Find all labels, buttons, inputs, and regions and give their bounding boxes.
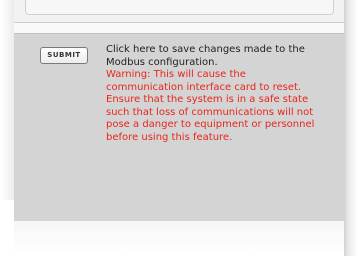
page: SUBMIT Click here to save changes made t… bbox=[0, 0, 358, 256]
submit-description: Click here to save changes made to the M… bbox=[106, 44, 316, 144]
submit-section-panel: SUBMIT Click here to save changes made t… bbox=[14, 33, 344, 222]
section-gap bbox=[14, 23, 344, 33]
submit-warning-text: Warning: This will cause the communicati… bbox=[106, 69, 315, 143]
bottom-area bbox=[14, 221, 344, 256]
submit-button[interactable]: SUBMIT bbox=[40, 47, 88, 64]
previous-section-card bbox=[14, 0, 344, 23]
submit-description-text: Click here to save changes made to the M… bbox=[106, 44, 305, 68]
previous-section-inner-box bbox=[25, 0, 334, 15]
left-shadow bbox=[0, 0, 14, 200]
right-shadow bbox=[344, 0, 358, 256]
